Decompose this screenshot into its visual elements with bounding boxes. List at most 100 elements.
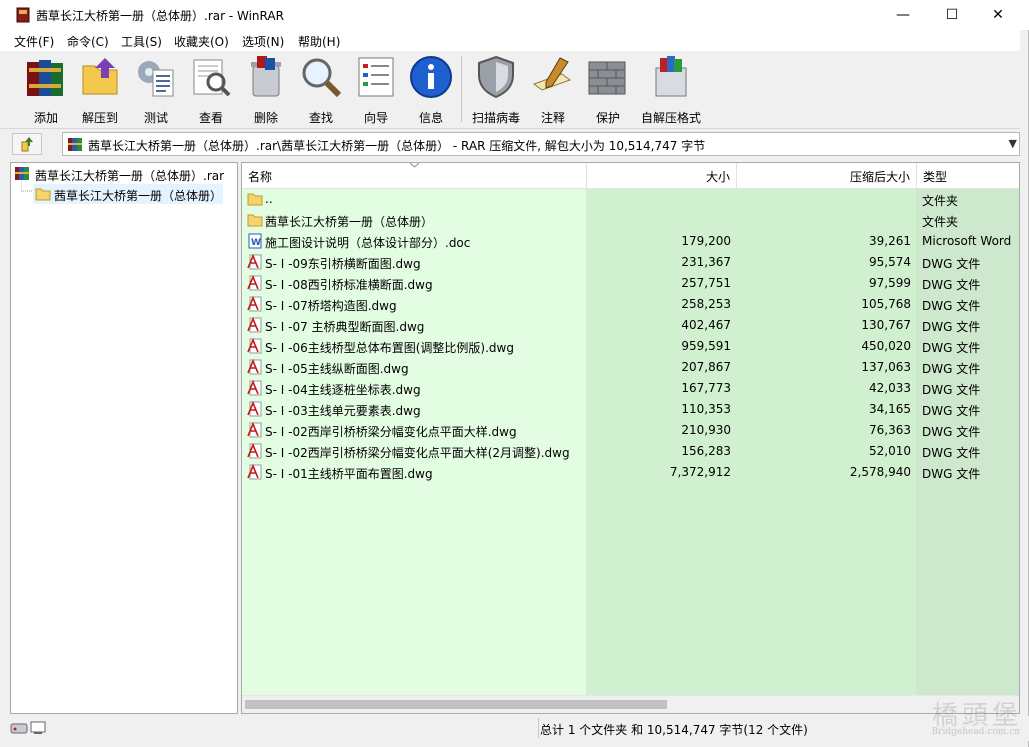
table-row[interactable]: 茜草长江大桥第一册（总体册） 文件夹	[242, 210, 1019, 231]
status-separator	[538, 718, 539, 738]
address-bar[interactable]: 茜草长江大桥第一册（总体册）.rar\茜草长江大桥第一册（总体册） - RAR …	[62, 132, 1020, 156]
info-button[interactable]: 信息	[403, 54, 459, 125]
dwg-file-icon	[247, 380, 262, 396]
file-size: 231,367	[681, 255, 731, 269]
file-packed-size: 130,767	[861, 318, 911, 332]
sfx-button[interactable]: 自解压格式	[640, 54, 702, 125]
file-type: DWG 文件	[922, 467, 981, 481]
dwg-file-icon	[247, 443, 262, 459]
header-type[interactable]: 类型	[917, 163, 1019, 188]
header-packed[interactable]: 压缩后大小	[737, 163, 917, 188]
menu-bar: 文件(F) 命令(C) 工具(S) 收藏夹(O) 选项(N) 帮助(H)	[0, 30, 1020, 51]
comment-button[interactable]: 注释	[525, 54, 581, 125]
file-type: DWG 文件	[922, 257, 981, 271]
dwg-file-icon	[247, 338, 262, 354]
header-name[interactable]: 名称	[242, 163, 587, 188]
up-folder-button[interactable]	[12, 133, 42, 155]
scrollbar-thumb[interactable]	[245, 700, 667, 709]
file-type: DWG 文件	[922, 425, 981, 439]
delete-button[interactable]: 删除	[238, 54, 294, 125]
minimize-button[interactable]: —	[880, 0, 926, 30]
rar-archive-icon	[15, 167, 29, 180]
status-summary: 总计 1 个文件夹 和 10,514,747 字节(12 个文件)	[540, 723, 808, 737]
extract-to-button[interactable]: 解压到	[72, 54, 128, 125]
dwg-file-icon	[247, 254, 262, 270]
file-name: 施工图设计说明（总体设计部分）.doc	[265, 236, 471, 250]
table-row[interactable]: W 施工图设计说明（总体设计部分）.doc 179,200 39,261 Microso…	[242, 231, 1019, 252]
view-book-icon	[193, 59, 231, 97]
table-row[interactable]: S- I -06主线桥型总体布置图(调整比例版).dwg 959,591 450,0…	[242, 336, 1019, 357]
test-button[interactable]: 测试	[128, 54, 184, 125]
address-path: 茜草长江大桥第一册（总体册）.rar\茜草长江大桥第一册（总体册） - RAR …	[88, 139, 706, 153]
file-size: 167,773	[681, 381, 731, 395]
file-packed-size: 76,363	[869, 423, 911, 437]
table-row[interactable]: S- I -02西岸引桥桥梁分幅变化点平面大样(2月调整).dwg 156,283…	[242, 441, 1019, 462]
table-row[interactable]: S- I -08西引桥标准横断面.dwg 257,751 97,599 DWG 文件	[242, 273, 1019, 294]
file-size: 402,467	[681, 318, 731, 332]
dwg-file-icon	[247, 275, 262, 291]
file-name: S- I -04主线逐桩坐标表.dwg	[265, 383, 421, 397]
protect-button[interactable]: 保护	[580, 54, 636, 125]
up-arrow-icon	[21, 137, 33, 152]
dwg-file-icon	[247, 422, 262, 438]
close-button[interactable]: ✕	[975, 0, 1021, 30]
dwg-file-icon	[247, 401, 262, 417]
table-row[interactable]: S- I -05主线纵断面图.dwg 207,867 137,063 DWG 文件	[242, 357, 1019, 378]
dwg-file-icon	[247, 296, 262, 312]
file-packed-size: 95,574	[869, 255, 911, 269]
folder-icon	[247, 214, 263, 227]
file-type: DWG 文件	[922, 299, 981, 313]
folder-tree: 茜草长江大桥第一册（总体册）.rar 茜草长江大桥第一册（总体册）	[10, 162, 238, 714]
table-row[interactable]: .. 文件夹	[242, 189, 1019, 210]
shield-scan-icon	[478, 55, 514, 99]
wizard-button[interactable]: 向导	[348, 54, 404, 125]
brick-wall-icon	[588, 61, 626, 95]
file-packed-size: 42,033	[869, 381, 911, 395]
table-row[interactable]: S- I -01主线桥平面布置图.dwg 7,372,912 2,578,940 DW…	[242, 462, 1019, 483]
menu-commands[interactable]: 命令(C)	[67, 33, 109, 50]
table-row[interactable]: S- I -09东引桥横断面图.dwg 231,367 95,574 DWG 文件	[242, 252, 1019, 273]
find-button[interactable]: 查找	[293, 54, 349, 125]
table-row[interactable]: S- I -04主线逐桩坐标表.dwg 167,773 42,033 DWG 文件	[242, 378, 1019, 399]
sfx-box-icon	[655, 56, 687, 97]
file-size: 156,283	[681, 444, 731, 458]
file-type: DWG 文件	[922, 404, 981, 418]
dwg-file-icon	[247, 464, 262, 480]
toolbar: 添加 解压到 测试 查看 删除 查找 向导 信息 扫描病毒 注释 保护 自解压格…	[0, 51, 1020, 129]
sort-arrow-icon	[410, 163, 419, 168]
menu-file[interactable]: 文件(F)	[14, 33, 54, 50]
add-button[interactable]: 添加	[18, 54, 74, 125]
books-add-icon	[27, 60, 63, 96]
scan-virus-button[interactable]: 扫描病毒	[468, 54, 524, 125]
header-size[interactable]: 大小	[587, 163, 737, 188]
table-row[interactable]: S- I -07 主桥典型断面图.dwg 402,467 130,767 DWG 文件	[242, 315, 1019, 336]
tree-item-folder[interactable]: 茜草长江大桥第一册（总体册）	[33, 184, 223, 204]
file-size: 959,591	[681, 339, 731, 353]
status-bar: 总计 1 个文件夹 和 10,514,747 字节(12 个文件)	[0, 716, 1029, 741]
maximize-button[interactable]: ☐	[929, 0, 975, 30]
table-row[interactable]: S- I -03主线单元要素表.dwg 110,353 34,165 DWG 文件	[242, 399, 1019, 420]
menu-help[interactable]: 帮助(H)	[298, 33, 340, 50]
file-packed-size: 97,599	[869, 276, 911, 290]
title-bar[interactable]: 茜草长江大桥第一册（总体册）.rar - WinRAR — ☐ ✕	[0, 0, 1029, 30]
word-document-icon: W	[248, 233, 262, 249]
test-checklist-icon	[138, 61, 174, 97]
horizontal-scrollbar[interactable]	[242, 695, 1019, 713]
folder-extract-icon	[82, 58, 118, 95]
table-row[interactable]: S- I -02西岸引桥桥梁分幅变化点平面大样.dwg 210,930 76,363…	[242, 420, 1019, 441]
file-type: DWG 文件	[922, 362, 981, 376]
file-name: ..	[265, 192, 273, 206]
chevron-down-icon[interactable]: ▼	[1009, 137, 1017, 150]
tree-item-archive[interactable]: 茜草长江大桥第一册（总体册）.rar	[14, 164, 234, 184]
file-name: S- I -06主线桥型总体布置图(调整比例版).dwg	[265, 341, 514, 355]
window-title: 茜草长江大桥第一册（总体册）.rar - WinRAR	[36, 9, 284, 23]
table-row[interactable]: S- I -07桥塔构造图.dwg 258,253 105,768 DWG 文件	[242, 294, 1019, 315]
menu-options[interactable]: 选项(N)	[242, 33, 284, 50]
menu-favorites[interactable]: 收藏夹(O)	[174, 33, 229, 50]
file-size: 110,353	[681, 402, 731, 416]
menu-tools[interactable]: 工具(S)	[121, 33, 162, 50]
file-name: 茜草长江大桥第一册（总体册）	[265, 215, 434, 229]
file-size: 258,253	[681, 297, 731, 311]
view-button[interactable]: 查看	[183, 54, 239, 125]
winrar-app-icon	[16, 7, 30, 23]
